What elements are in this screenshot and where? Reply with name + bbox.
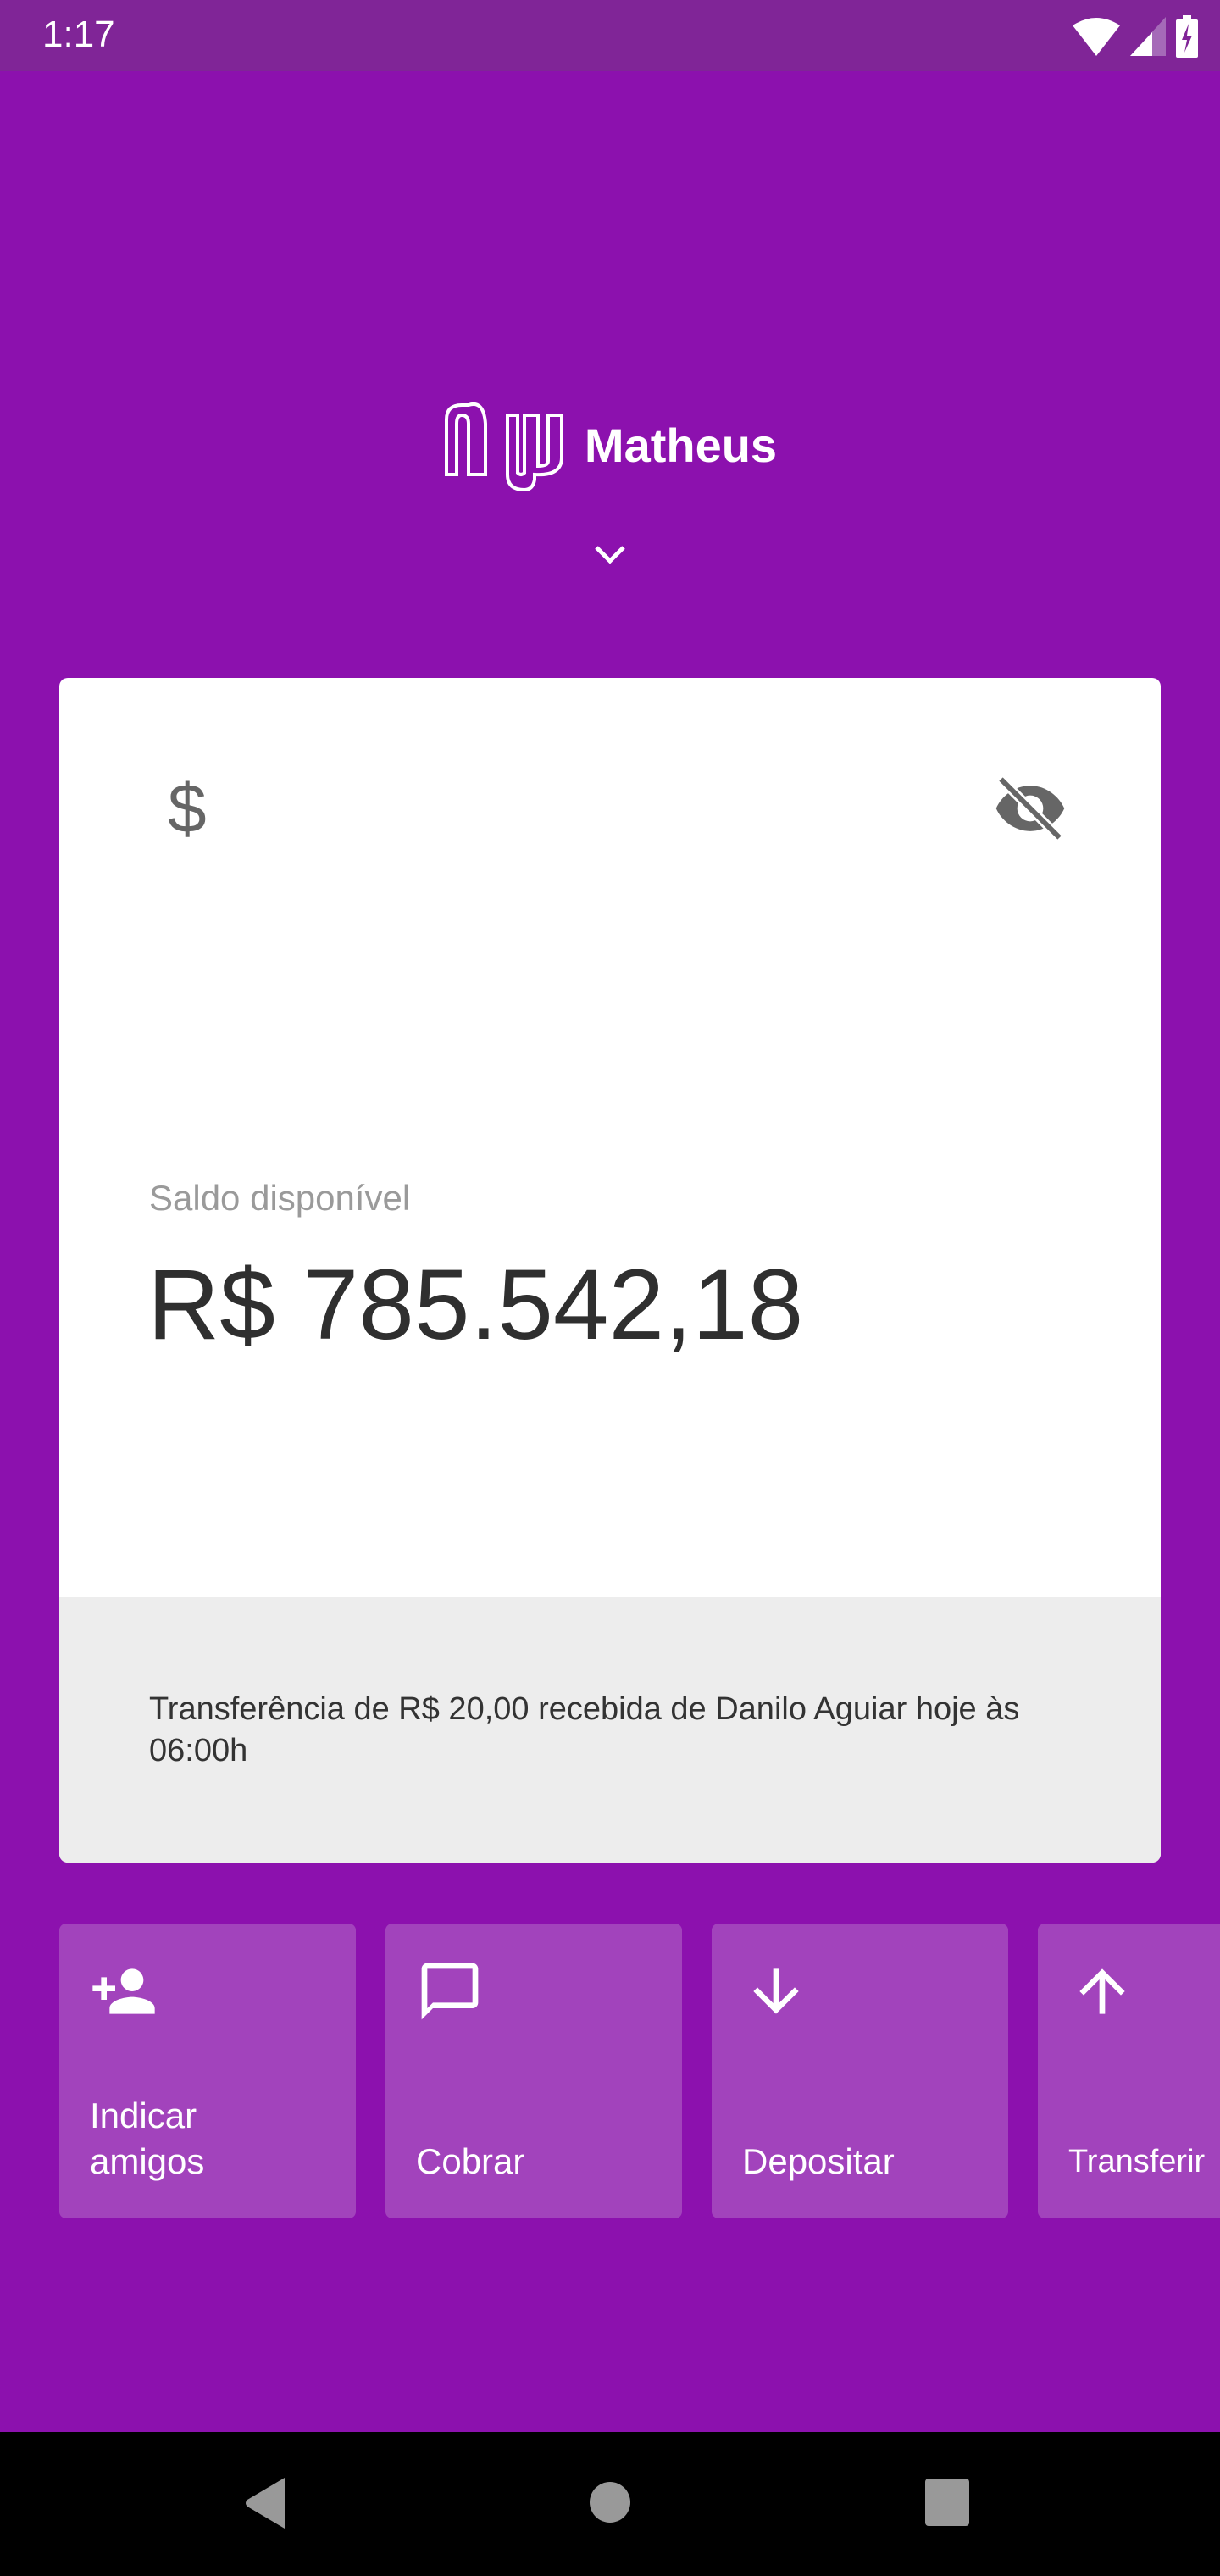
balance-label: Saldo disponível — [149, 1178, 411, 1218]
tile-label: Indicar amigos — [90, 2096, 205, 2181]
battery-charging-icon — [1176, 15, 1198, 58]
home-icon[interactable] — [589, 2481, 631, 2523]
balance-amount: R$ 785.542,18 — [147, 1249, 804, 1361]
action-tiles: Indicar amigos Cobrar Depositar Transfer… — [59, 1924, 1220, 2218]
account-header[interactable]: Matheus — [0, 398, 1220, 491]
notice-text: Transferência de R$ 20,00 recebida de Da… — [149, 1691, 1020, 1768]
depositar-button[interactable]: Depositar — [712, 1924, 1008, 2218]
back-icon[interactable] — [244, 2476, 290, 2530]
recent-activity-notice[interactable]: Transferência de R$ 20,00 recebida de Da… — [59, 1597, 1161, 1863]
cobrar-button[interactable]: Cobrar — [385, 1924, 682, 2218]
arrow-down-icon — [753, 1968, 799, 2014]
eye-off-icon[interactable] — [991, 769, 1069, 847]
dollar-icon: $ — [168, 770, 207, 847]
wifi-icon — [1073, 18, 1120, 56]
tile-label: Cobrar — [416, 2141, 525, 2181]
transferir-button[interactable]: Transferir — [1038, 1924, 1220, 2218]
nu-logo — [444, 402, 563, 491]
navigation-bar — [0, 2432, 1220, 2576]
recents-icon[interactable] — [925, 2479, 969, 2526]
indicar-amigos-button[interactable]: Indicar amigos — [59, 1924, 356, 2218]
tile-label: Transferir — [1068, 2144, 1206, 2179]
status-time: 1:17 — [42, 14, 115, 55]
balance-card[interactable]: $ Saldo disponível R$ 785.542,18 Transfe… — [59, 678, 1161, 1863]
chevron-down-icon[interactable] — [591, 542, 629, 568]
status-bar: 1:17 — [0, 0, 1220, 71]
user-name: Matheus — [584, 418, 778, 472]
tile-label: Depositar — [742, 2141, 895, 2181]
chat-bubble-icon — [421, 1963, 479, 2020]
signal-icon — [1130, 17, 1166, 56]
arrow-up-icon — [1079, 1968, 1125, 2014]
person-add-icon — [92, 1968, 155, 2014]
